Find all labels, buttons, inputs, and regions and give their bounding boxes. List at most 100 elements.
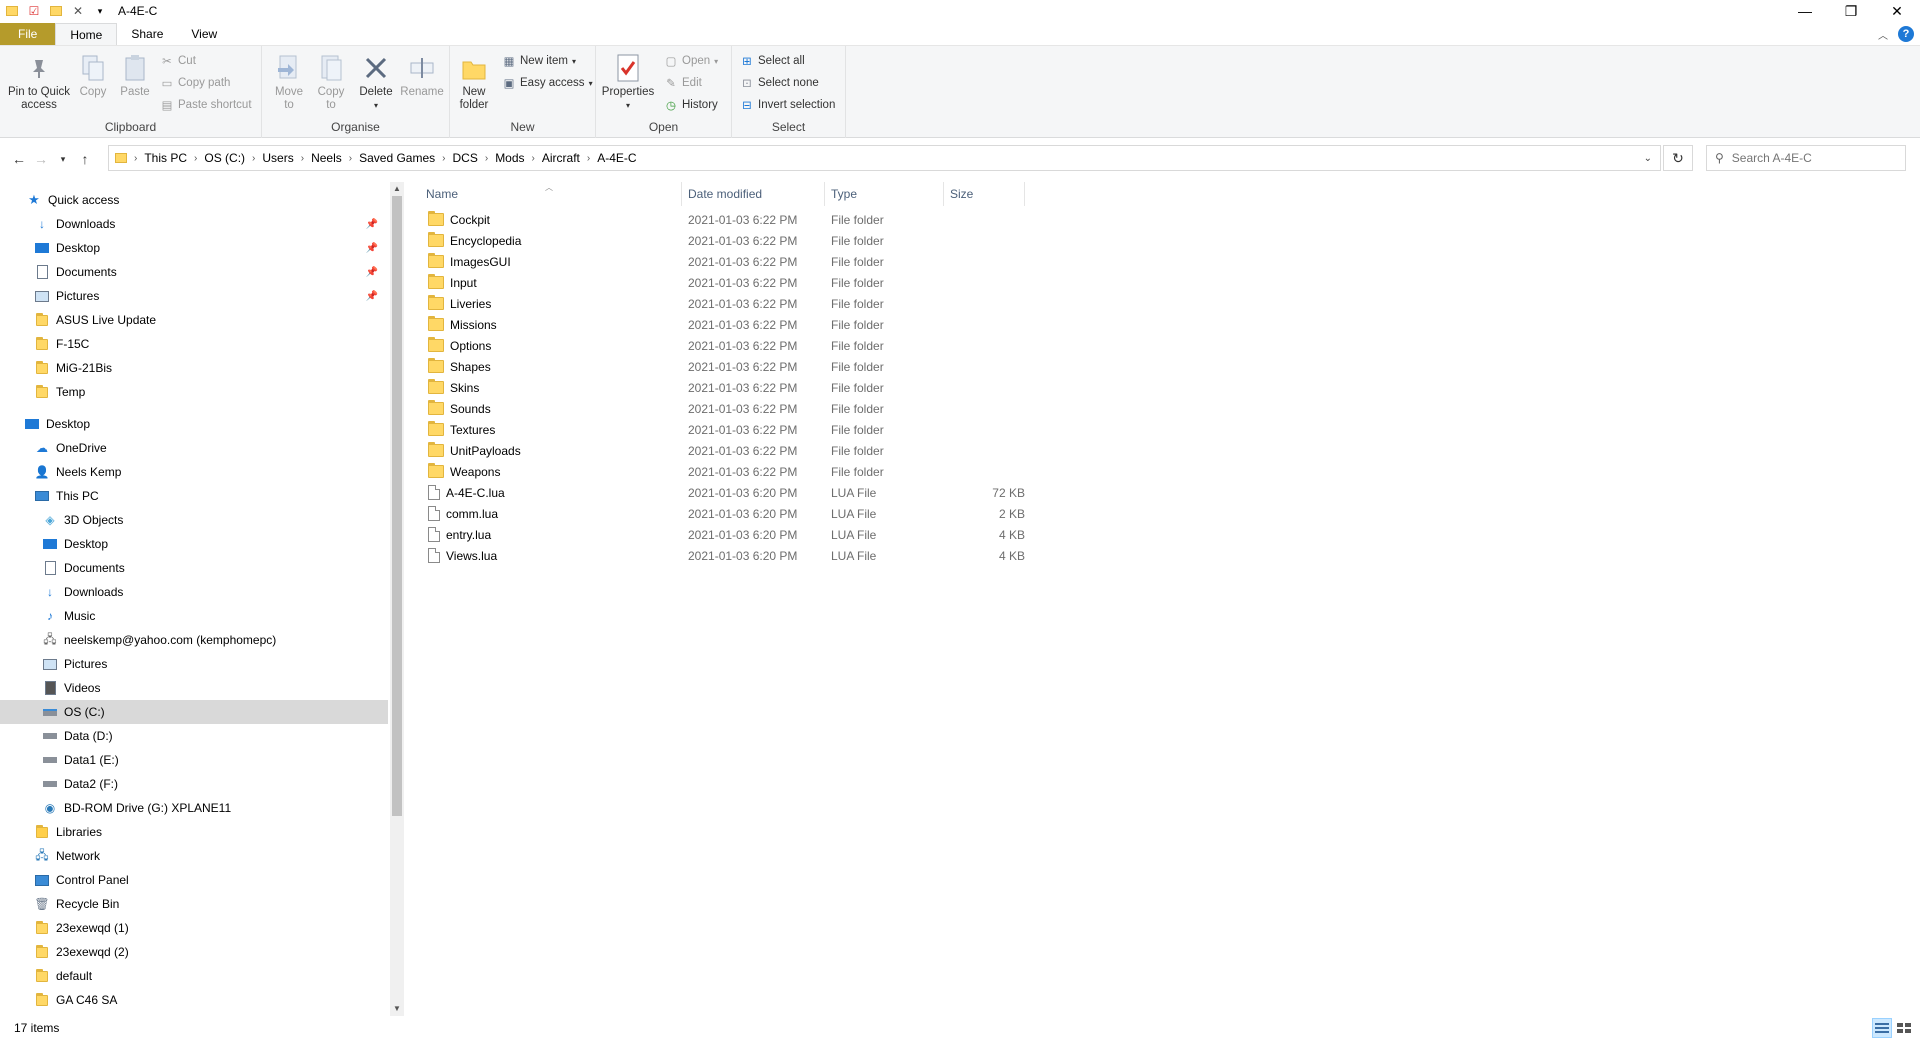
breadcrumb-dcs[interactable]: DCS bbox=[449, 151, 482, 165]
copy-button[interactable]: Copy bbox=[76, 52, 110, 99]
search-input[interactable] bbox=[1731, 151, 1892, 165]
nav-libraries[interactable]: Libraries bbox=[0, 820, 388, 844]
restore-button[interactable]: ❐ bbox=[1828, 0, 1874, 22]
file-row[interactable]: Encyclopedia 2021-01-03 6:22 PM File folde… bbox=[420, 230, 1020, 251]
column-header-date[interactable]: Date modified bbox=[682, 182, 825, 206]
nav-qa-documents[interactable]: Documents 📌 bbox=[0, 260, 388, 284]
nav-pc-downloads[interactable]: ↓ Downloads bbox=[0, 580, 388, 604]
file-row[interactable]: ImagesGUI 2021-01-03 6:22 PM File folder bbox=[420, 251, 1020, 272]
nav-network[interactable]: 🖧 Network bbox=[0, 844, 388, 868]
edit-button[interactable]: ✎ Edit bbox=[664, 74, 702, 92]
file-row[interactable]: Weapons 2021-01-03 6:22 PM File folder bbox=[420, 461, 1020, 482]
delete-button[interactable]: Delete ▾ bbox=[358, 52, 394, 112]
nav-control-panel[interactable]: Control Panel bbox=[0, 868, 388, 892]
nav-folder-23exewqd-1[interactable]: 23exewqd (1) bbox=[0, 916, 388, 940]
breadcrumb-saved-games[interactable]: Saved Games bbox=[355, 151, 439, 165]
nav-pc-data2-f[interactable]: Data2 (F:) bbox=[0, 772, 388, 796]
nav-desktop-root[interactable]: Desktop bbox=[0, 412, 388, 436]
file-row[interactable]: Liveries 2021-01-03 6:22 PM File folder bbox=[420, 293, 1020, 314]
file-row[interactable]: A-4E-C.lua 2021-01-03 6:20 PM LUA File 72 K… bbox=[420, 482, 1025, 503]
tab-share[interactable]: Share bbox=[117, 23, 177, 45]
tab-view[interactable]: View bbox=[177, 23, 231, 45]
tab-home[interactable]: Home bbox=[55, 23, 118, 45]
cut-button[interactable]: ✂ Cut bbox=[160, 52, 196, 70]
nav-this-pc[interactable]: This PC bbox=[0, 484, 388, 508]
breadcrumb-neels[interactable]: Neels bbox=[307, 151, 346, 165]
nav-qa-mig21[interactable]: MiG-21Bis bbox=[0, 356, 388, 380]
pin-icon[interactable]: 📌 bbox=[366, 219, 378, 230]
properties-button[interactable]: Properties ▾ bbox=[602, 52, 654, 112]
scroll-up-icon[interactable]: ▲ bbox=[390, 182, 404, 196]
help-icon[interactable]: ? bbox=[1898, 26, 1914, 42]
nav-pc-3d-objects[interactable]: ◈ 3D Objects bbox=[0, 508, 388, 532]
nav-pc-documents[interactable]: Documents bbox=[0, 556, 388, 580]
up-arrow-icon[interactable]: ↑ bbox=[74, 151, 96, 167]
collapse-ribbon-icon[interactable]: ︿ bbox=[1878, 27, 1888, 42]
breadcrumb-aircraft[interactable]: Aircraft bbox=[538, 151, 584, 165]
nav-pc-music[interactable]: ♪ Music bbox=[0, 604, 388, 628]
file-row[interactable]: comm.lua 2021-01-03 6:20 PM LUA File 2 KB bbox=[420, 503, 1025, 524]
close-button[interactable]: ✕ bbox=[1874, 0, 1920, 22]
nav-pc-os-c[interactable]: OS (C:) bbox=[0, 700, 388, 724]
file-row[interactable]: Views.lua 2021-01-03 6:20 PM LUA File 4 KB bbox=[420, 545, 1025, 566]
recent-locations-icon[interactable]: ▾ bbox=[52, 154, 74, 165]
select-all-button[interactable]: ⊞ Select all bbox=[740, 52, 805, 70]
address-dropdown-icon[interactable]: ⌄ bbox=[1636, 153, 1660, 164]
nav-qa-temp[interactable]: Temp bbox=[0, 380, 388, 404]
minimize-button[interactable]: — bbox=[1782, 0, 1828, 22]
properties-qat-icon[interactable]: ☑ bbox=[26, 3, 42, 19]
breadcrumb-users[interactable]: Users bbox=[258, 151, 297, 165]
invert-selection-button[interactable]: ⊟ Invert selection bbox=[740, 96, 835, 114]
pin-icon[interactable]: 📌 bbox=[366, 243, 378, 254]
nav-pc-data1-e[interactable]: Data1 (E:) bbox=[0, 748, 388, 772]
nav-pc-videos[interactable]: Videos bbox=[0, 676, 388, 700]
forward-arrow-icon[interactable]: → bbox=[30, 151, 52, 167]
open-button[interactable]: ▢ Open ▾ bbox=[664, 52, 719, 70]
copy-path-button[interactable]: ▭ Copy path bbox=[160, 74, 231, 92]
breadcrumb-os-c[interactable]: OS (C:) bbox=[200, 151, 249, 165]
new-item-button[interactable]: ▦ New item ▾ bbox=[502, 52, 576, 70]
move-to-button[interactable]: Move to bbox=[272, 52, 306, 112]
select-none-button[interactable]: ⊡ Select none bbox=[740, 74, 819, 92]
nav-pc-network-share[interactable]: 🖧 neelskemp@yahoo.com (kemphomepc) bbox=[0, 628, 388, 652]
nav-pc-data-d[interactable]: Data (D:) bbox=[0, 724, 388, 748]
delete-qat-icon[interactable]: ✕ bbox=[70, 3, 86, 19]
nav-user[interactable]: 👤 Neels Kemp bbox=[0, 460, 388, 484]
paste-shortcut-button[interactable]: ▤ Paste shortcut bbox=[160, 96, 252, 114]
file-row[interactable]: Skins 2021-01-03 6:22 PM File folder bbox=[420, 377, 1020, 398]
large-icons-view-icon[interactable] bbox=[1894, 1018, 1914, 1038]
nav-qa-f15c[interactable]: F-15C bbox=[0, 332, 388, 356]
nav-quick-access[interactable]: ★ Quick access bbox=[0, 188, 388, 212]
nav-scroll-thumb[interactable] bbox=[392, 196, 402, 816]
file-row[interactable]: Shapes 2021-01-03 6:22 PM File folder bbox=[420, 356, 1020, 377]
tab-file[interactable]: File bbox=[0, 23, 56, 45]
nav-folder-23exewqd-2[interactable]: 23exewqd (2) bbox=[0, 940, 388, 964]
breadcrumb-this-pc[interactable]: This PC bbox=[140, 151, 191, 165]
nav-folder-default[interactable]: default bbox=[0, 964, 388, 988]
scroll-down-icon[interactable]: ▼ bbox=[390, 1002, 404, 1016]
nav-folder-ga-c46[interactable]: GA C46 SA bbox=[0, 988, 388, 1012]
details-view-icon[interactable] bbox=[1872, 1018, 1892, 1038]
history-button[interactable]: ◷ History bbox=[664, 96, 718, 114]
nav-scrollbar[interactable]: ▲ ▼ bbox=[390, 182, 404, 1016]
file-row[interactable]: Input 2021-01-03 6:22 PM File folder bbox=[420, 272, 1020, 293]
pin-quick-access-button[interactable]: Pin to Quick access bbox=[6, 52, 72, 112]
rename-button[interactable]: Rename bbox=[400, 52, 444, 99]
refresh-button[interactable]: ↻ bbox=[1663, 145, 1693, 171]
new-folder-qat-icon[interactable] bbox=[48, 3, 64, 19]
new-folder-button[interactable]: New folder bbox=[456, 52, 492, 112]
easy-access-button[interactable]: ▣ Easy access ▾ bbox=[502, 74, 593, 92]
column-header-type[interactable]: Type bbox=[825, 182, 944, 206]
nav-qa-pictures[interactable]: Pictures 📌 bbox=[0, 284, 388, 308]
nav-qa-desktop[interactable]: Desktop 📌 bbox=[0, 236, 388, 260]
file-row[interactable]: Textures 2021-01-03 6:22 PM File folder bbox=[420, 419, 1020, 440]
customize-qat-icon[interactable]: ▾ bbox=[92, 3, 108, 19]
file-row[interactable]: Missions 2021-01-03 6:22 PM File folder bbox=[420, 314, 1020, 335]
column-header-size[interactable]: Size bbox=[944, 182, 1025, 206]
pin-icon[interactable]: 📌 bbox=[366, 267, 378, 278]
breadcrumb-mods[interactable]: Mods bbox=[491, 151, 528, 165]
nav-pc-pictures[interactable]: Pictures bbox=[0, 652, 388, 676]
breadcrumb-a4ec[interactable]: A-4E-C bbox=[593, 151, 640, 165]
copy-to-button[interactable]: Copy to bbox=[314, 52, 348, 112]
back-arrow-icon[interactable]: ← bbox=[8, 151, 30, 167]
